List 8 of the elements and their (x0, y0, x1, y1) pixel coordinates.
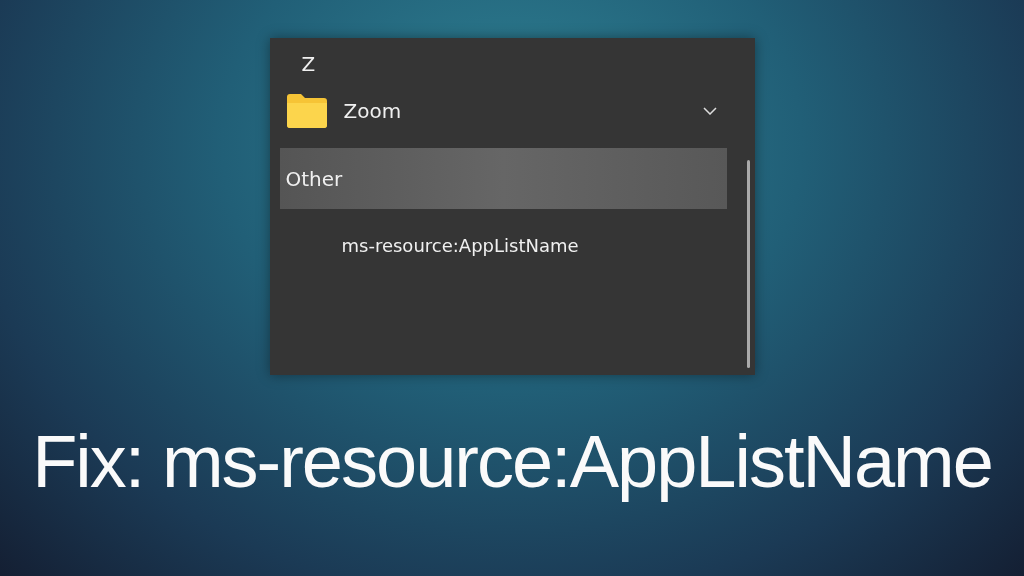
chevron-down-icon[interactable] (702, 107, 717, 115)
letter-header[interactable]: Z (279, 48, 739, 86)
headline-text: Fix: ms-resource:AppListName (32, 419, 992, 504)
folder-icon (285, 93, 328, 129)
scrollbar[interactable] (746, 160, 750, 368)
folder-item[interactable]: Zoom (279, 86, 727, 136)
app-item[interactable]: ms-resource:AppListName (341, 235, 579, 256)
letter-header[interactable]: Other (279, 148, 727, 209)
